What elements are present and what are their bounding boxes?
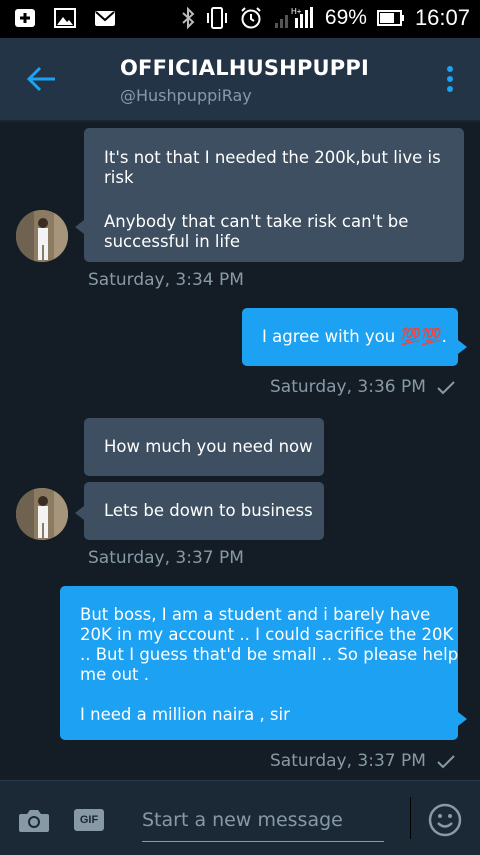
avatar[interactable] (16, 210, 68, 262)
emoji-icon[interactable] (428, 803, 462, 837)
more-vertical-icon[interactable] (446, 66, 454, 94)
status-bar: H+ 69% 16:07 (0, 0, 480, 38)
message-timestamp: Saturday, 3:36 PM (270, 377, 426, 397)
outgoing-message[interactable]: But boss, I am a student and i barely ha… (60, 586, 458, 740)
conversation-handle: @HushpuppiRay (120, 86, 252, 105)
outgoing-message[interactable]: I agree with you 💯💯. (242, 308, 458, 366)
add-icon (15, 9, 35, 27)
battery-percent: 69% (324, 6, 367, 29)
message-composer: GIF (0, 780, 480, 855)
message-text: But boss, I am a student and i barely ha… (80, 605, 459, 724)
back-arrow-icon[interactable] (26, 66, 58, 92)
bubble-tail (458, 712, 467, 726)
conversation-header: OFFICIALHUSHPUPPI @HushpuppiRay (0, 38, 480, 122)
message-text: How much you need now (104, 437, 313, 456)
message-list[interactable]: It's not that I needed the 200k,but live… (0, 122, 480, 778)
checkmark-icon (437, 755, 455, 769)
message-text: Anybody that can't take risk can't be su… (104, 212, 409, 251)
message-text: It's not that I needed the 200k,but live… (104, 148, 441, 187)
incoming-message[interactable]: How much you need now (84, 418, 324, 476)
conversation-title: OFFICIALHUSHPUPPI (120, 56, 369, 80)
vibrate-icon (206, 7, 227, 29)
message-timestamp: Saturday, 3:34 PM (88, 270, 244, 290)
message-text: Lets be down to business (104, 501, 313, 520)
checkmark-icon (437, 381, 455, 395)
signal-icon: H+ (274, 7, 313, 28)
message-timestamp: Saturday, 3:37 PM (88, 548, 244, 568)
bubble-tail (75, 220, 84, 234)
bubble-tail (75, 506, 84, 520)
avatar[interactable] (16, 488, 68, 540)
bluetooth-icon (182, 6, 195, 30)
alarm-icon (241, 7, 261, 29)
message-text: I agree with you 💯💯. (262, 327, 447, 346)
mail-icon (95, 11, 115, 26)
incoming-message[interactable]: Lets be down to business (84, 482, 324, 540)
image-icon (54, 8, 76, 28)
camera-icon[interactable] (18, 807, 50, 833)
incoming-message[interactable]: It's not that I needed the 200k,but live… (84, 128, 464, 262)
gif-button[interactable]: GIF (74, 809, 104, 831)
clock: 16:07 (414, 5, 470, 30)
battery-icon (376, 10, 404, 26)
bubble-tail (458, 340, 467, 354)
message-input[interactable] (142, 799, 384, 842)
divider (410, 797, 411, 839)
message-timestamp: Saturday, 3:37 PM (270, 751, 426, 771)
